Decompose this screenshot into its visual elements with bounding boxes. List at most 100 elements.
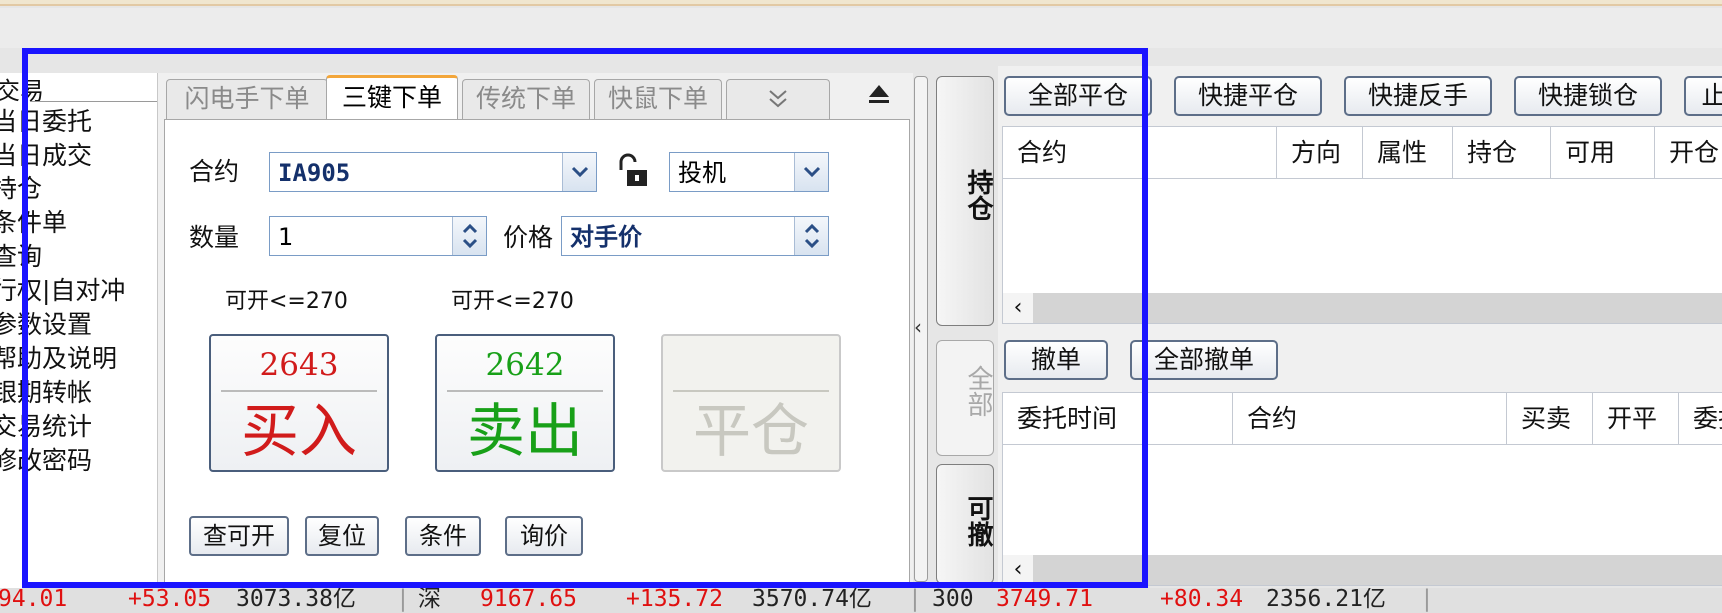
chevron-left-icon[interactable]: ‹ bbox=[1003, 555, 1033, 585]
close-all-button[interactable]: 全部平仓 bbox=[1004, 76, 1152, 116]
orders-hscrollbar[interactable]: ‹ bbox=[1003, 555, 1722, 585]
col-order[interactable]: 委托 bbox=[1679, 393, 1722, 445]
nav-item-today-orders[interactable]: 当日委托 bbox=[0, 107, 92, 137]
quick-lock-button[interactable]: 快捷锁仓 bbox=[1514, 76, 1662, 116]
ticker-change: +135.72 bbox=[626, 588, 723, 612]
condition-button[interactable]: 条件 bbox=[405, 516, 481, 556]
side-tab-all[interactable]: 全部 bbox=[936, 340, 994, 456]
nav-item-positions[interactable]: 持仓 bbox=[0, 174, 42, 204]
tab-traditional-order[interactable]: 传统下单 bbox=[462, 79, 590, 119]
order-panel: 闪电手下单 三键下单 传统下单 快鼠下单 合约 IA905 投机 数量 1 价格… bbox=[158, 73, 913, 585]
side-tab-all-label: 全部 bbox=[963, 365, 993, 417]
contract-combo[interactable]: IA905 bbox=[269, 152, 597, 192]
quick-reverse-button[interactable]: 快捷反手 bbox=[1344, 76, 1492, 116]
ticker-separator: | bbox=[396, 588, 410, 612]
price-type-value: 对手价 bbox=[570, 223, 642, 251]
side-tab-cancelable-label: 可撤 bbox=[963, 495, 993, 547]
nav-item-query[interactable]: 查询 bbox=[0, 242, 42, 272]
tab-three-key-order[interactable]: 三键下单 bbox=[326, 75, 458, 119]
nav-item-today-trades[interactable]: 当日成交 bbox=[0, 141, 92, 171]
order-form: 合约 IA905 投机 数量 1 价格 对手价 可开<=270 可开<=270 … bbox=[164, 119, 910, 585]
spin-arrows-icon[interactable] bbox=[794, 217, 828, 255]
nav-item-settings[interactable]: 参数设置 bbox=[0, 310, 92, 340]
query-available-button[interactable]: 查可开 bbox=[189, 516, 289, 556]
positions-grid: 合约 方向 属性 持仓 可用 开仓 ‹ bbox=[1002, 126, 1722, 324]
reset-button[interactable]: 复位 bbox=[305, 516, 379, 556]
price-label: 价格 bbox=[503, 223, 554, 252]
cancel-order-button[interactable]: 撤单 bbox=[1004, 340, 1108, 380]
ticker-value: 3749.71 bbox=[996, 588, 1093, 612]
ticker-value: 9167.65 bbox=[480, 588, 577, 612]
spin-arrows-icon[interactable] bbox=[452, 217, 486, 255]
inquiry-button[interactable]: 询价 bbox=[505, 516, 583, 556]
ticker-market: 深 bbox=[418, 588, 441, 612]
ticker-separator: | bbox=[908, 588, 922, 612]
nav-item-help[interactable]: 帮助及说明 bbox=[0, 344, 117, 374]
orders-grid: 委托时间 合约 买卖 开平 委托 ‹ bbox=[1002, 392, 1722, 586]
buy-price: 2643 bbox=[259, 347, 339, 383]
close-label: 平仓 bbox=[692, 397, 809, 465]
col-side[interactable]: 买卖 bbox=[1507, 393, 1593, 445]
tab-mouse-order[interactable]: 快鼠下单 bbox=[594, 79, 722, 119]
col-contract[interactable]: 合约 bbox=[1233, 393, 1507, 445]
col-attribute[interactable]: 属性 bbox=[1363, 127, 1453, 179]
speculation-combo[interactable]: 投机 bbox=[669, 152, 829, 192]
collapse-icon[interactable] bbox=[867, 81, 891, 111]
side-tab-positions-label: 持仓 bbox=[963, 169, 993, 221]
col-direction[interactable]: 方向 bbox=[1277, 127, 1363, 179]
ticker-change: +53.05 bbox=[128, 588, 212, 612]
market-ticker: 94.01 +53.05 3073.38亿 | 深 9167.65 +135.7… bbox=[0, 588, 1722, 613]
positions-hscrollbar[interactable]: ‹ bbox=[1003, 293, 1722, 323]
side-tab-positions[interactable]: 持仓 bbox=[936, 76, 994, 326]
col-open-close[interactable]: 开平 bbox=[1593, 393, 1679, 445]
col-position[interactable]: 持仓 bbox=[1453, 127, 1551, 179]
nav-item-conditional[interactable]: 条件单 bbox=[0, 208, 67, 238]
quantity-value: 1 bbox=[278, 223, 294, 251]
chevron-down-icon[interactable] bbox=[562, 153, 596, 191]
stop-button[interactable]: 止 bbox=[1684, 76, 1722, 116]
col-open[interactable]: 开仓 bbox=[1655, 127, 1722, 179]
side-tab-cancelable[interactable]: 可撤 bbox=[936, 464, 994, 584]
sell-label: 卖出 bbox=[466, 397, 583, 465]
nav-item-bank-transfer[interactable]: 银期转帐 bbox=[0, 378, 92, 408]
double-chevron-down-icon bbox=[769, 90, 787, 108]
ticker-volume: 3570.74亿 bbox=[752, 588, 872, 612]
cancel-all-button[interactable]: 全部撤单 bbox=[1130, 340, 1278, 380]
sell-button[interactable]: 2642 卖出 bbox=[435, 334, 615, 472]
toolbar-strip bbox=[0, 8, 1722, 48]
right-pane: 全部平仓 快捷平仓 快捷反手 快捷锁仓 止 合约 方向 属性 持仓 可用 开仓 … bbox=[998, 66, 1722, 586]
col-available[interactable]: 可用 bbox=[1551, 127, 1655, 179]
ticker-volume: 2356.21亿 bbox=[1266, 588, 1386, 612]
ticker-volume: 3073.38亿 bbox=[236, 588, 356, 612]
nav-item-change-password[interactable]: 修改密码 bbox=[0, 446, 92, 476]
tab-lightning-order[interactable]: 闪电手下单 bbox=[166, 79, 328, 119]
sell-divider bbox=[447, 390, 603, 392]
chevron-left-icon[interactable]: ‹ bbox=[1003, 293, 1033, 323]
nav-tree: 交易 当日委托 当日成交 持仓 条件单 查询 行权|自对冲 参数设置 帮助及说明… bbox=[0, 73, 158, 593]
ticker-separator: | bbox=[1420, 588, 1434, 612]
close-position-button[interactable]: 平仓 bbox=[661, 334, 841, 472]
nav-item-statistics[interactable]: 交易统计 bbox=[0, 412, 92, 442]
close-divider bbox=[673, 390, 829, 392]
quick-close-button[interactable]: 快捷平仓 bbox=[1174, 76, 1322, 116]
buy-label: 买入 bbox=[240, 397, 357, 465]
chevron-left-icon[interactable]: ‹ bbox=[914, 315, 922, 339]
orders-grid-header: 委托时间 合约 买卖 开平 委托 bbox=[1003, 393, 1722, 445]
col-order-time[interactable]: 委托时间 bbox=[1003, 393, 1233, 445]
speculation-value: 投机 bbox=[678, 159, 726, 187]
quantity-stepper[interactable]: 1 bbox=[269, 216, 487, 256]
buy-button[interactable]: 2643 买入 bbox=[209, 334, 389, 472]
quantity-label: 数量 bbox=[189, 223, 240, 252]
unlock-icon[interactable] bbox=[613, 152, 653, 192]
ticker-market: 300 bbox=[932, 588, 974, 612]
ticker-value: 94.01 bbox=[0, 588, 68, 612]
nav-item-exercise-hedge[interactable]: 行权|自对冲 bbox=[0, 276, 125, 306]
panel-splitter[interactable]: ‹ bbox=[914, 76, 928, 582]
price-type-stepper[interactable]: 对手价 bbox=[561, 216, 829, 256]
tab-more[interactable] bbox=[726, 79, 830, 119]
chevron-down-icon[interactable] bbox=[794, 153, 828, 191]
positions-grid-header: 合约 方向 属性 持仓 可用 开仓 bbox=[1003, 127, 1722, 179]
sell-price: 2642 bbox=[485, 347, 565, 383]
nav-title-underline bbox=[30, 101, 157, 102]
col-contract[interactable]: 合约 bbox=[1003, 127, 1277, 179]
